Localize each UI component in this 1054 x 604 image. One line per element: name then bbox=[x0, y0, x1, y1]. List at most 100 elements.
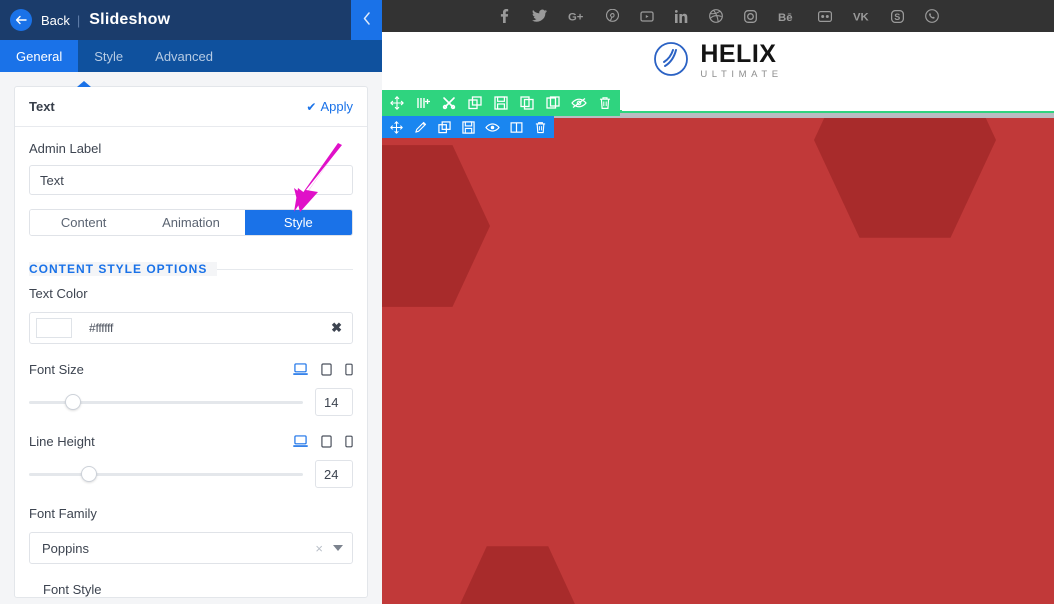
duplicate-icon[interactable] bbox=[432, 116, 456, 138]
font-size-value[interactable]: 14 bbox=[315, 388, 353, 416]
paste-icon[interactable] bbox=[540, 90, 566, 116]
save-icon[interactable] bbox=[488, 90, 514, 116]
back-label: Back bbox=[41, 12, 70, 28]
tab-general[interactable]: General bbox=[0, 40, 79, 72]
admin-label-caption: Admin Label bbox=[29, 141, 102, 156]
linkedin-icon[interactable] bbox=[675, 9, 688, 23]
slide-background bbox=[382, 118, 1054, 604]
slider-handle[interactable] bbox=[81, 466, 98, 482]
visible-icon[interactable] bbox=[480, 116, 504, 138]
columns-icon[interactable] bbox=[504, 116, 528, 138]
whatsapp-icon[interactable] bbox=[925, 9, 939, 23]
section-title: CONTENT STYLE OPTIONS bbox=[29, 262, 218, 276]
site-logo[interactable]: HELIX ULTIMATE bbox=[653, 41, 782, 82]
svg-text:G+: G+ bbox=[568, 11, 584, 22]
clear-color-icon[interactable]: ✖ bbox=[331, 320, 342, 336]
text-color-row: Text Color #ffffff ✖ bbox=[29, 286, 353, 344]
tab-advanced[interactable]: Advanced bbox=[139, 40, 229, 72]
font-family-select[interactable]: Poppins × bbox=[29, 532, 353, 564]
subtab-style[interactable]: Style bbox=[244, 210, 352, 235]
flickr-icon[interactable] bbox=[818, 10, 832, 22]
module-toolbar bbox=[382, 116, 554, 138]
move-icon[interactable] bbox=[384, 116, 408, 138]
vk-icon[interactable]: VK bbox=[853, 10, 870, 22]
tablet-icon[interactable] bbox=[321, 363, 332, 376]
admin-label-field: Admin Label bbox=[15, 127, 367, 195]
tab-advanced-label: Advanced bbox=[155, 48, 213, 64]
font-size-slider[interactable] bbox=[29, 393, 303, 411]
subtab-animation[interactable]: Animation bbox=[137, 210, 245, 235]
canvas-top-strip bbox=[622, 90, 1054, 111]
tab-style[interactable]: Style bbox=[78, 40, 139, 72]
font-size-device-switcher bbox=[293, 363, 353, 376]
collapse-panel-button[interactable] bbox=[351, 0, 382, 40]
panel-body: Text ✔ Apply Admin Label Content Anima bbox=[0, 72, 382, 604]
slider-handle[interactable] bbox=[64, 394, 81, 410]
back-button[interactable]: Back bbox=[10, 9, 70, 31]
social-bar: G+ Bē VK S bbox=[382, 0, 1054, 32]
behance-icon[interactable]: Bē bbox=[778, 10, 797, 22]
subtab-content[interactable]: Content bbox=[30, 210, 138, 235]
hexagon-decoration bbox=[382, 145, 490, 307]
slider-track bbox=[29, 472, 303, 476]
color-value: #ffffff bbox=[89, 321, 114, 335]
app-root: Back | Slideshow General Style Advanced bbox=[0, 0, 1054, 604]
subtab-style-label: Style bbox=[283, 215, 313, 230]
title-divider: | bbox=[76, 12, 81, 28]
line-height-slider[interactable] bbox=[29, 465, 303, 483]
mobile-icon[interactable] bbox=[345, 435, 353, 448]
panel-tab-bar: General Style Advanced bbox=[0, 40, 382, 72]
site-logo-bar: HELIX ULTIMATE bbox=[382, 32, 1054, 90]
text-color-label: Text Color bbox=[29, 286, 88, 301]
logo-sub-text: ULTIMATE bbox=[700, 69, 783, 81]
card-title: Text bbox=[29, 99, 55, 114]
duplicate-icon[interactable] bbox=[462, 90, 488, 116]
section-toolbar bbox=[382, 90, 620, 116]
style-form: Text Color #ffffff ✖ Font Size 14 Line H… bbox=[15, 286, 367, 597]
desktop-icon[interactable] bbox=[293, 435, 308, 448]
subtab-animation-label: Animation bbox=[162, 215, 220, 230]
page-title: Slideshow bbox=[89, 11, 171, 28]
admin-label-input[interactable] bbox=[29, 165, 353, 195]
trash-icon[interactable] bbox=[592, 90, 618, 116]
font-size-header: Font Size bbox=[29, 362, 353, 377]
skype-icon[interactable]: S bbox=[891, 9, 904, 23]
mobile-icon[interactable] bbox=[345, 363, 353, 376]
line-height-label: Line Height bbox=[29, 434, 95, 449]
hide-icon[interactable] bbox=[566, 90, 592, 116]
tablet-icon[interactable] bbox=[321, 435, 332, 448]
pinterest-icon[interactable] bbox=[606, 9, 619, 23]
chevron-left-icon bbox=[363, 12, 371, 28]
color-swatch[interactable] bbox=[36, 318, 72, 338]
logo-main-text: HELIX bbox=[700, 40, 777, 69]
edit-icon[interactable] bbox=[408, 116, 432, 138]
copy-icon[interactable] bbox=[514, 90, 540, 116]
twitter-icon[interactable] bbox=[532, 9, 547, 23]
text-module-card: Text ✔ Apply Admin Label Content Anima bbox=[14, 81, 368, 598]
font-style-label: Font Style bbox=[43, 582, 102, 597]
apply-button[interactable]: ✔ Apply bbox=[306, 99, 353, 114]
move-icon[interactable] bbox=[384, 90, 410, 116]
tools-icon[interactable] bbox=[436, 90, 462, 116]
module-subtabs: Content Animation Style bbox=[29, 209, 353, 236]
line-height-device-switcher bbox=[293, 435, 353, 448]
apply-label: Apply bbox=[320, 99, 353, 114]
instagram-icon[interactable] bbox=[744, 9, 757, 23]
hexagon-decoration bbox=[456, 546, 579, 604]
text-color-input[interactable]: #ffffff ✖ bbox=[29, 312, 353, 344]
desktop-icon[interactable] bbox=[293, 363, 308, 376]
trash-icon[interactable] bbox=[528, 116, 552, 138]
save-icon[interactable] bbox=[456, 116, 480, 138]
chevron-down-icon[interactable] bbox=[333, 545, 343, 551]
youtube-icon[interactable] bbox=[640, 10, 654, 23]
googleplus-icon[interactable]: G+ bbox=[568, 10, 585, 22]
check-icon: ✔ bbox=[306, 99, 317, 114]
font-size-label: Font Size bbox=[29, 362, 84, 377]
columns-icon[interactable] bbox=[410, 90, 436, 116]
hexagon-decoration bbox=[814, 118, 996, 238]
facebook-icon[interactable] bbox=[497, 9, 511, 23]
line-height-value[interactable]: 24 bbox=[315, 460, 353, 488]
logo-text: HELIX ULTIMATE bbox=[700, 42, 782, 80]
dribbble-icon[interactable] bbox=[709, 9, 723, 23]
clear-selection-icon[interactable]: × bbox=[315, 541, 323, 556]
